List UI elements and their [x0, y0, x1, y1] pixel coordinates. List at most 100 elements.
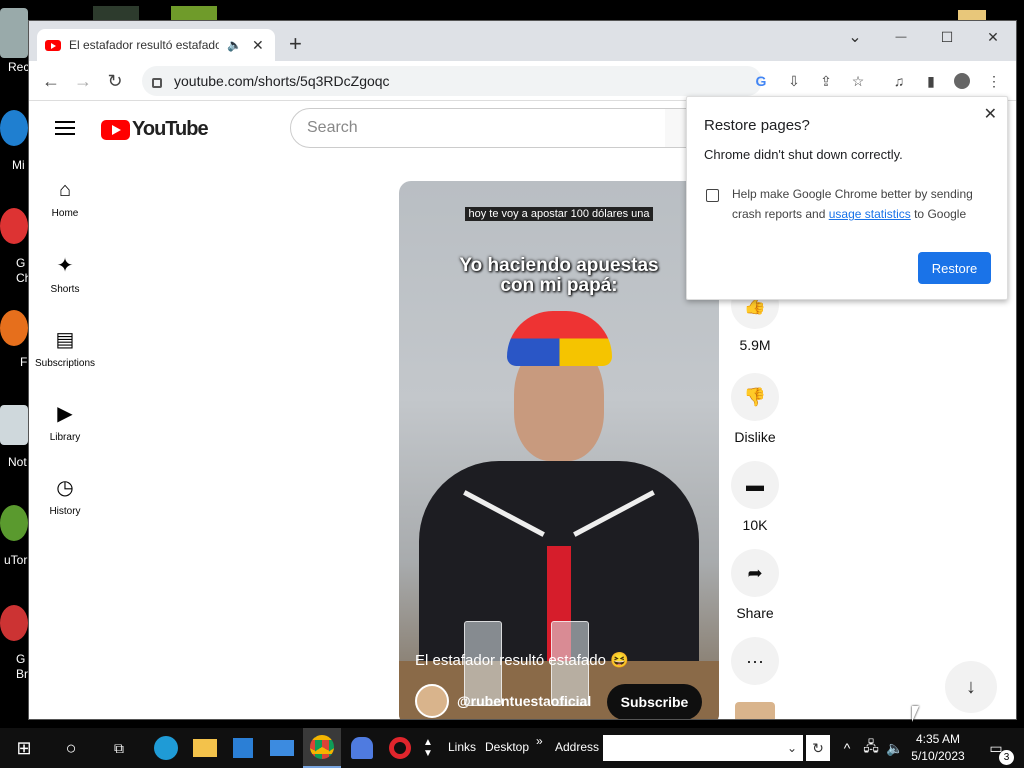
bookmark-star-icon[interactable]: ☆ [848, 71, 868, 91]
desktop-icon-utorrent[interactable] [0, 505, 28, 541]
profile-icon[interactable] [952, 71, 972, 91]
app-taskbar-icon[interactable] [343, 728, 381, 768]
maximize-button[interactable]: ☐ [924, 21, 970, 53]
desktop-icon-label: F [20, 355, 28, 369]
comment-icon[interactable]: ▬ [731, 461, 779, 509]
subscribe-button[interactable]: Subscribe [607, 684, 702, 719]
desktop-icon-label: Rec [8, 60, 30, 74]
address-go-icon[interactable]: ↻ [806, 735, 830, 761]
hamburger-menu-icon[interactable] [55, 121, 75, 135]
desktop-icon-top-1[interactable] [93, 6, 139, 20]
nav-subscriptions[interactable]: ▤ Subscriptions [29, 327, 101, 369]
crash-reports-checkbox[interactable] [706, 189, 719, 202]
nav-label: Subscriptions [34, 358, 96, 369]
browser-tab[interactable]: El estafador resultó estafado 🔈 ✕ [37, 29, 275, 61]
opera-taskbar-icon[interactable] [381, 728, 419, 768]
side-panel-icon[interactable]: ▮ [921, 71, 941, 91]
video-person-cap [507, 311, 612, 366]
store-icon[interactable] [224, 728, 262, 768]
nav-label: History [49, 506, 81, 517]
nav-home[interactable]: ⌂ Home [29, 179, 101, 219]
shorts-video-player[interactable]: hoy te voy a apostar 100 dólares una Yo … [399, 181, 719, 719]
browser-toolbar: ← → ↻ youtube.com/shorts/5q3RDcZgoqc G ⇩… [29, 61, 1016, 101]
lock-icon[interactable] [152, 78, 162, 88]
dislike-icon[interactable]: 👎 [731, 373, 779, 421]
video-top-caption: hoy te voy a apostar 100 dólares una [399, 204, 719, 222]
more-icon[interactable]: ··· [731, 637, 779, 685]
forward-arrow-icon[interactable]: → [71, 69, 95, 93]
show-hidden-icons[interactable]: ^ [838, 728, 856, 768]
desktop-icon-browser[interactable] [0, 605, 28, 641]
sound-thumbnail[interactable] [735, 702, 775, 719]
checkbox-label: Help make Google Chrome better by sendin… [732, 187, 973, 221]
toolbar-scroll-icon[interactable]: ▲ ▼ [420, 728, 436, 768]
desktop-icon-top-2[interactable] [171, 6, 217, 20]
edge-taskbar-icon[interactable] [146, 728, 186, 768]
dislike-action[interactable]: 👎 Dislike [729, 373, 781, 445]
nav-history[interactable]: ◷ History [29, 475, 101, 517]
network-icon[interactable]: 🖧 [860, 728, 882, 768]
chrome-taskbar-icon[interactable] [303, 728, 341, 768]
desktop-icon-chrome[interactable] [0, 208, 28, 244]
youtube-play-icon [101, 119, 130, 140]
channel-link[interactable]: @rubentuestaoficial [415, 684, 591, 718]
youtube-logo[interactable]: YouTube [101, 118, 209, 141]
nav-shorts[interactable]: ✦ Shorts [29, 253, 101, 295]
tab-title: El estafador resultó estafado [69, 38, 219, 52]
clock[interactable]: 4:35 AM 5/10/2023 [902, 731, 974, 765]
close-icon[interactable]: ✕ [984, 104, 997, 124]
share-action[interactable]: ➦ Share [729, 549, 781, 621]
file-explorer-icon[interactable] [186, 728, 224, 768]
url-text[interactable]: youtube.com/shorts/5q3RDcZgoqc [174, 73, 390, 89]
close-window-button[interactable]: ✕ [970, 21, 1016, 53]
shorts-icon: ✦ [56, 255, 74, 277]
google-lens-icon[interactable]: G [751, 71, 771, 91]
desktop-toolbar[interactable]: Desktop [485, 740, 529, 754]
media-control-icon[interactable]: ♫ [889, 71, 909, 91]
history-icon: ◷ [56, 477, 74, 499]
video-title[interactable]: El estafador resultó estafado 😆 [415, 651, 629, 669]
dialog-description: Chrome didn't shut down correctly. [704, 147, 903, 162]
task-view-icon[interactable]: ⧉ [96, 728, 142, 768]
desktop-icon-label: uTor [4, 553, 28, 567]
action-center-icon[interactable]: ▭ 3 [978, 728, 1014, 768]
reload-icon[interactable]: ↻ [103, 69, 127, 93]
desktop-icon-notepad[interactable] [0, 405, 28, 445]
next-video-arrow-icon[interactable]: ↓ [945, 661, 997, 713]
share-icon[interactable]: ➦ [731, 549, 779, 597]
toolbar-chevron[interactable]: » [536, 734, 543, 748]
links-toolbar[interactable]: Links [448, 740, 476, 754]
channel-name[interactable]: @rubentuestaoficial [457, 693, 591, 709]
tab-search-button[interactable]: ⌄ [832, 21, 878, 53]
desktop-icon-label: Not [8, 455, 27, 469]
more-action[interactable]: ··· [729, 637, 781, 693]
search-input[interactable]: Search [290, 108, 666, 148]
minimize-button[interactable]: — [878, 21, 924, 53]
nav-library[interactable]: ▶ Library [29, 401, 101, 443]
start-windows-icon[interactable]: ⊞ [0, 728, 48, 768]
home-icon: ⌂ [58, 179, 72, 201]
desktop-icon-edge[interactable] [0, 110, 28, 146]
chrome-menu-icon[interactable]: ⋮ [984, 71, 1004, 91]
address-bar[interactable]: youtube.com/shorts/5q3RDcZgoqc [142, 66, 762, 96]
search-icon[interactable]: ○ [48, 728, 94, 768]
desktop-icon-top-3[interactable] [958, 10, 986, 20]
address-dropdown-icon[interactable]: ⌄ [782, 735, 802, 761]
new-tab-button[interactable]: + [289, 31, 302, 57]
youtube-favicon-icon [45, 39, 61, 51]
desktop-icon-recycle-bin[interactable] [0, 8, 28, 58]
mouse-cursor [912, 706, 919, 722]
usage-statistics-link[interactable]: usage statistics [829, 207, 911, 221]
desktop-icon-firefox[interactable] [0, 310, 28, 346]
back-arrow-icon[interactable]: ← [39, 69, 63, 93]
clock-date: 5/10/2023 [911, 749, 965, 763]
share-page-icon[interactable]: ⇪ [816, 71, 836, 91]
install-icon[interactable]: ⇩ [784, 71, 804, 91]
channel-avatar[interactable] [415, 684, 449, 718]
restore-button[interactable]: Restore [918, 252, 991, 284]
address-toolbar-input[interactable] [603, 735, 803, 761]
mail-icon[interactable] [262, 728, 302, 768]
comment-action[interactable]: ▬ 10K [729, 461, 781, 533]
tab-close-icon[interactable]: ✕ [252, 37, 264, 54]
speaker-icon[interactable]: 🔈 [227, 38, 242, 52]
